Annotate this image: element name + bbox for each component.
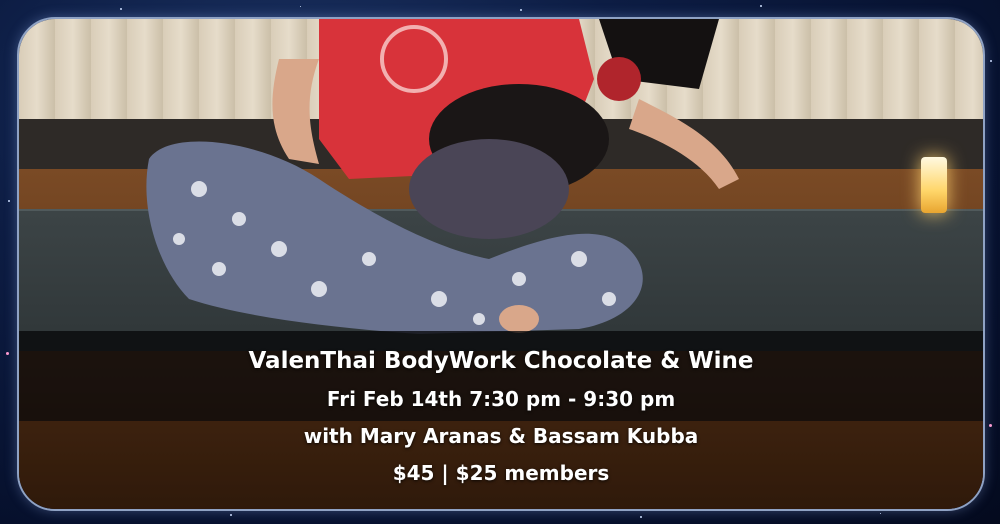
star	[990, 60, 992, 62]
event-price: $45 | $25 members	[392, 461, 610, 485]
star	[520, 9, 522, 11]
star	[640, 516, 642, 518]
star	[880, 513, 881, 514]
star	[989, 424, 992, 427]
star	[300, 6, 301, 7]
star	[6, 352, 9, 355]
event-hosts: with Mary Aranas & Bassam Kubba	[303, 424, 699, 448]
photo-frame: ValenThai BodyWork Chocolate & Wine Fri …	[17, 17, 985, 511]
star	[8, 200, 10, 202]
event-details: ValenThai BodyWork Chocolate & Wine Fri …	[19, 341, 983, 492]
star	[120, 8, 122, 10]
event-datetime: Fri Feb 14th 7:30 pm - 9:30 pm	[326, 387, 676, 411]
star	[230, 514, 232, 516]
star	[760, 5, 762, 7]
event-title: ValenThai BodyWork Chocolate & Wine	[248, 348, 754, 374]
